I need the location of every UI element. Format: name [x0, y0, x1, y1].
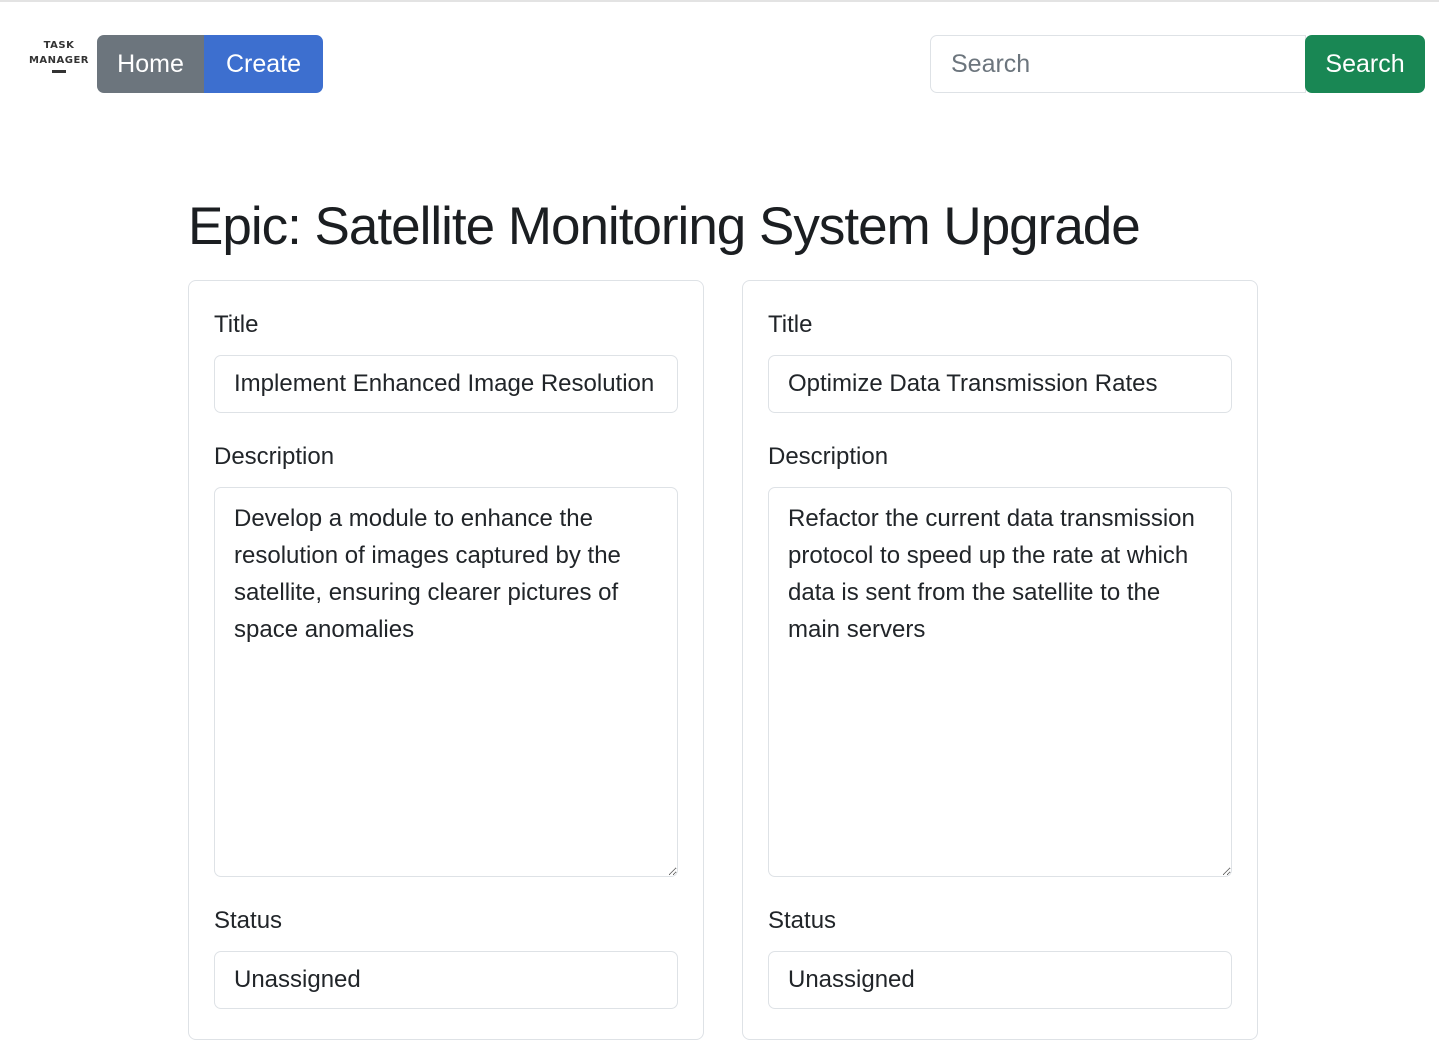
search-button[interactable]: Search [1305, 35, 1425, 93]
page-title: Epic: Satellite Monitoring System Upgrad… [188, 197, 1141, 256]
task-manager-logo[interactable]: TASK MANAGER [24, 38, 94, 82]
title-input[interactable] [214, 355, 678, 413]
status-label: Status [214, 907, 283, 934]
title-input[interactable] [768, 355, 1232, 413]
status-input[interactable] [768, 951, 1232, 1009]
task-card: Title Description Develop a module to en… [188, 280, 704, 1040]
title-label: Title [768, 311, 813, 338]
title-label: Title [214, 311, 259, 338]
description-label: Description [768, 443, 889, 470]
description-textarea[interactable]: Develop a module to enhance the resoluti… [214, 487, 678, 877]
navbar: TASK MANAGER Home Create Search [0, 0, 1439, 130]
logo-text-task: TASK [43, 40, 75, 51]
task-card: Title Description Refactor the current d… [742, 280, 1258, 1040]
logo-dash [52, 70, 66, 73]
description-textarea[interactable]: Refactor the current data transmission p… [768, 487, 1232, 877]
description-label: Description [214, 443, 335, 470]
home-button[interactable]: Home [97, 35, 204, 93]
logo-text-manager: MANAGER [28, 55, 90, 66]
status-input[interactable] [214, 951, 678, 1009]
status-label: Status [768, 907, 837, 934]
create-button[interactable]: Create [204, 35, 323, 93]
search-input[interactable] [930, 35, 1306, 93]
